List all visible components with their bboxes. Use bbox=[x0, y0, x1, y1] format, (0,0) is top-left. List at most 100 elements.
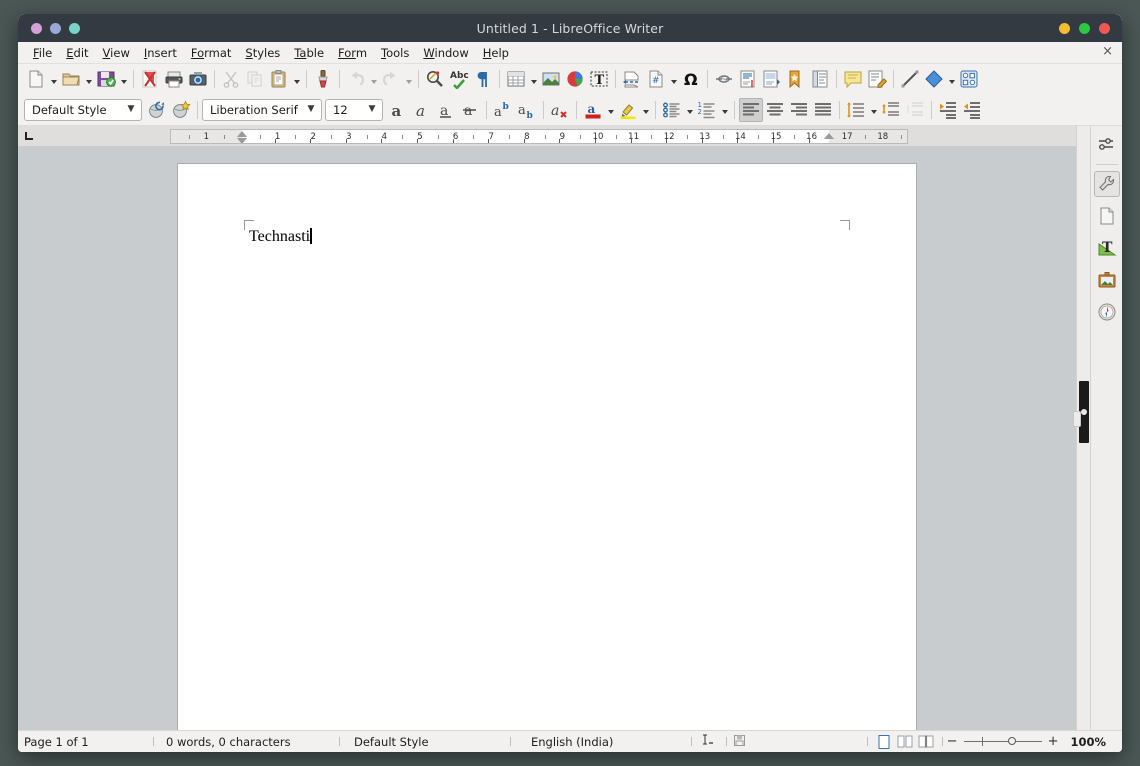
formatting-marks-button[interactable] bbox=[471, 67, 495, 91]
sidebar-properties-button[interactable] bbox=[1093, 171, 1120, 197]
ruler-tab-stop[interactable] bbox=[345, 138, 353, 143]
insert-special-character-button[interactable]: Ω bbox=[679, 67, 703, 91]
status-selection-mode[interactable] bbox=[692, 734, 726, 749]
print-button[interactable] bbox=[162, 67, 186, 91]
clear-formatting-button[interactable]: a bbox=[548, 98, 572, 122]
single-page-view-button[interactable] bbox=[876, 734, 892, 750]
open-document-dropdown-arrow[interactable] bbox=[83, 67, 94, 91]
export-pdf-button[interactable] bbox=[138, 67, 162, 91]
increase-indent-button[interactable] bbox=[936, 98, 960, 122]
minimize-button[interactable] bbox=[1059, 22, 1070, 34]
ruler-tab-stop[interactable] bbox=[488, 138, 495, 143]
ruler-tab-stop[interactable] bbox=[595, 138, 602, 143]
spelling-button[interactable]: Abc bbox=[447, 67, 471, 91]
menu-file[interactable]: File bbox=[26, 44, 59, 62]
ruler-tab-stop[interactable] bbox=[310, 138, 317, 143]
ordered-list-dropdown-arrow[interactable] bbox=[719, 98, 730, 122]
unordered-list-dropdown-arrow[interactable] bbox=[684, 98, 695, 122]
insert-hyperlink-button[interactable] bbox=[712, 67, 736, 91]
sidebar-navigator-button[interactable] bbox=[1094, 299, 1120, 325]
zoom-track[interactable] bbox=[963, 737, 1042, 746]
zoom-slider[interactable]: − + bbox=[947, 734, 1059, 749]
paste-dropdown-arrow[interactable] bbox=[291, 67, 302, 91]
find-replace-button[interactable] bbox=[423, 67, 447, 91]
align-center-button[interactable] bbox=[763, 98, 787, 122]
ruler-tab-stop[interactable] bbox=[630, 138, 638, 143]
track-changes-button[interactable] bbox=[865, 67, 889, 91]
insert-comment-button[interactable] bbox=[841, 67, 865, 91]
sidebar-gallery-button[interactable] bbox=[1094, 267, 1120, 293]
font-color-dropdown-arrow[interactable] bbox=[605, 98, 616, 122]
menu-help[interactable]: Help bbox=[476, 44, 516, 62]
ordered-list-button[interactable]: 12 bbox=[695, 98, 719, 122]
print-preview-button[interactable] bbox=[186, 67, 210, 91]
insert-page-break-button[interactable] bbox=[620, 67, 644, 91]
decrease-indent-button[interactable] bbox=[960, 98, 984, 122]
ruler-tab-stop[interactable] bbox=[666, 138, 673, 143]
italic-button[interactable]: a bbox=[410, 98, 434, 122]
window-controls-right[interactable] bbox=[1059, 22, 1110, 34]
align-left-button[interactable] bbox=[739, 97, 763, 122]
new-document-dropdown-arrow[interactable] bbox=[48, 67, 59, 91]
subscript-button[interactable]: ab bbox=[515, 98, 539, 122]
line-spacing-dropdown-arrow[interactable] bbox=[868, 98, 879, 122]
paste-button[interactable] bbox=[267, 67, 291, 91]
book-view-button[interactable] bbox=[918, 734, 934, 750]
ruler-tab-stop[interactable] bbox=[417, 138, 424, 143]
clone-formatting-button[interactable] bbox=[311, 67, 335, 91]
menu-format[interactable]: Format bbox=[184, 44, 239, 62]
maximize-window-dot[interactable] bbox=[69, 22, 80, 34]
minimize-window-dot[interactable] bbox=[50, 22, 61, 34]
save-document-button[interactable] bbox=[94, 67, 118, 91]
ruler-tab-stop[interactable] bbox=[381, 138, 388, 143]
window-controls-left[interactable] bbox=[31, 22, 80, 34]
ruler-tab-stop[interactable] bbox=[523, 138, 531, 143]
menu-styles[interactable]: Styles bbox=[238, 44, 287, 62]
close-document-icon[interactable]: × bbox=[1102, 45, 1113, 59]
insert-text-box-button[interactable]: T bbox=[587, 67, 611, 91]
close-window-dot[interactable] bbox=[31, 22, 42, 34]
new-style-button[interactable] bbox=[169, 98, 193, 122]
paragraph-style-combo[interactable]: Default Style ▼ bbox=[24, 98, 142, 121]
close-button[interactable] bbox=[1099, 22, 1110, 34]
ruler-tab-stop[interactable] bbox=[808, 138, 816, 143]
insert-endnote-button[interactable] bbox=[760, 67, 784, 91]
maximize-button[interactable] bbox=[1079, 22, 1090, 34]
menu-edit[interactable]: Edit bbox=[59, 44, 95, 62]
new-document-button[interactable] bbox=[24, 67, 48, 91]
tab-type-icon[interactable] bbox=[25, 132, 33, 140]
increase-paragraph-spacing-button[interactable] bbox=[879, 98, 903, 122]
insert-table-dropdown-arrow[interactable] bbox=[528, 67, 539, 91]
insert-bookmark-button[interactable] bbox=[784, 67, 808, 91]
zoom-in-button[interactable]: + bbox=[1048, 734, 1059, 749]
underline-button[interactable]: a bbox=[434, 98, 458, 122]
document-text[interactable]: Technasti bbox=[249, 228, 312, 246]
vertical-scrollbar[interactable] bbox=[1073, 126, 1090, 730]
sidebar-settings-button[interactable] bbox=[1094, 132, 1120, 158]
superscript-button[interactable]: ab bbox=[491, 98, 515, 122]
status-page-style[interactable]: Default Style bbox=[340, 735, 510, 749]
sidebar-styles-button[interactable]: T bbox=[1094, 235, 1120, 261]
show-draw-functions-button[interactable] bbox=[957, 67, 981, 91]
basic-shapes-button[interactable] bbox=[922, 67, 946, 91]
insert-line-button[interactable] bbox=[898, 67, 922, 91]
multi-page-view-button[interactable] bbox=[897, 734, 913, 750]
strikethrough-button[interactable]: a bbox=[458, 98, 482, 122]
basic-shapes-dropdown-arrow[interactable] bbox=[946, 67, 957, 91]
menu-view[interactable]: View bbox=[96, 44, 137, 62]
insert-field-button[interactable]: # bbox=[644, 67, 668, 91]
bold-button[interactable]: a bbox=[386, 98, 410, 122]
align-justified-button[interactable] bbox=[811, 98, 835, 122]
menu-form[interactable]: Form bbox=[331, 44, 374, 62]
sidebar-page-button[interactable] bbox=[1094, 203, 1120, 229]
insert-footnote-button[interactable] bbox=[736, 67, 760, 91]
menu-insert[interactable]: Insert bbox=[137, 44, 184, 62]
horizontal-ruler[interactable]: 1 1 2 3 4 5 6 7 8 9 10 11 12 13 14 15 16 17 18 bbox=[170, 128, 908, 144]
highlight-color-button[interactable] bbox=[616, 98, 640, 122]
font-color-button[interactable]: a bbox=[581, 98, 605, 122]
scrollbar-split-handle[interactable] bbox=[1073, 411, 1081, 427]
left-indent-marker[interactable] bbox=[236, 130, 248, 143]
status-page[interactable]: Page 1 of 1 bbox=[18, 735, 153, 749]
zoom-out-button[interactable]: − bbox=[947, 734, 958, 749]
font-name-combo[interactable]: Liberation Serif ▼ bbox=[202, 98, 322, 121]
